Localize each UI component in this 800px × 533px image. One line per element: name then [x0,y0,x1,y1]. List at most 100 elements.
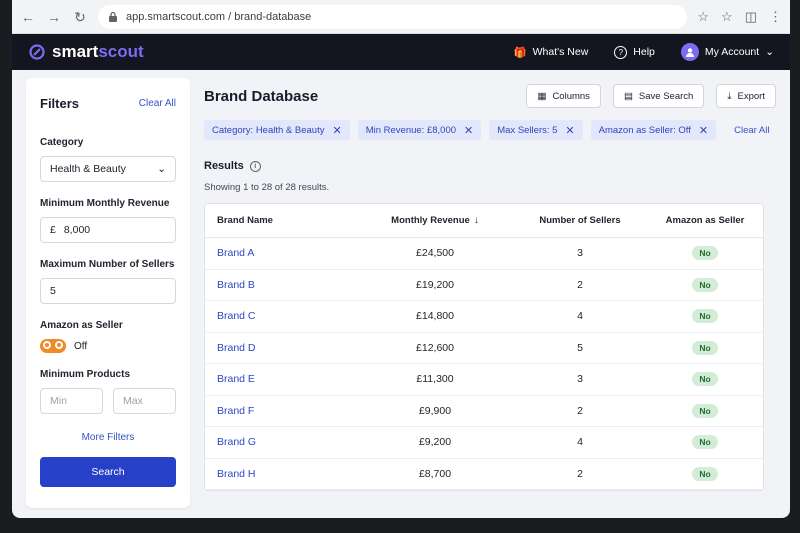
brand-name-link[interactable]: Brand H [205,468,355,480]
bookmark-star-icon[interactable]: ☆ [697,9,709,25]
col-monthly-revenue[interactable]: Monthly Revenue ↓ [355,215,515,226]
amazon-seller-cell: No [645,403,765,418]
browser-chrome: ← → ↻ app.smartscout.com / brand-databas… [12,0,790,34]
chip-label: Min Revenue: £8,000 [365,124,457,136]
info-icon[interactable]: i [249,160,261,172]
active-filter-chips: Category: Health & Beauty ✕ Min Revenue: … [204,120,776,140]
close-icon[interactable]: ✕ [565,124,574,137]
max-sellers-label: Maximum Number of Sellers [40,259,175,270]
brand-name-link[interactable]: Brand G [205,436,355,448]
status-badge: No [692,309,718,324]
chevron-down-icon: ⌄ [157,163,166,175]
whats-new-link[interactable]: 🎁 What's New [514,46,589,59]
monthly-revenue-cell: £12,600 [416,341,454,354]
more-filters-link[interactable]: More Filters [40,432,176,443]
results-count: Showing 1 to 28 of 28 results. [204,182,330,193]
url-bar[interactable]: app.smartscout.com / brand-database [98,4,688,29]
close-icon[interactable]: ✕ [699,124,708,137]
help-label: Help [633,46,655,58]
table-header: Brand Name Monthly Revenue ↓ Number of Se… [205,204,763,238]
account-menu[interactable]: My Account ⌄ [680,43,774,61]
columns-icon: ▦ [537,90,547,102]
number-of-sellers-cell: 4 [577,310,583,323]
col-number-of-sellers[interactable]: Number of Sellers [515,215,645,226]
brand-name-link[interactable]: Brand C [205,310,355,322]
amazon-seller-state: Off [74,340,88,352]
forward-icon[interactable]: → [46,9,62,25]
table-row[interactable]: Brand F £9,900 2 No [205,396,765,427]
smartscout-logo[interactable]: smart scout [28,42,144,62]
brand-name-link[interactable]: Brand A [205,247,355,259]
table-row[interactable]: Brand H £8,700 2 No [205,459,765,490]
col-brand-name[interactable]: Brand Name [205,215,355,226]
body-area: Filters Clear All Category Health & Beau… [12,70,790,518]
logo-mark-icon [29,44,45,60]
amazon-seller-cell: No [645,466,765,481]
min-products-max-input[interactable]: Max [113,388,176,414]
whats-new-label: What's New [532,46,589,58]
columns-button[interactable]: ▦ Columns [526,84,601,108]
page-title: Brand Database [204,87,319,105]
max-placeholder: Max [123,395,143,407]
chip-label: Category: Health & Beauty [212,124,325,136]
account-label: My Account [704,46,760,58]
min-products-min-input[interactable]: Min [40,388,103,414]
amazon-seller-cell: No [645,309,765,324]
screen: ← → ↻ app.smartscout.com / brand-databas… [12,0,790,518]
table-row[interactable]: Brand A £24,500 3 No [205,238,763,270]
extensions-icon[interactable]: ☆ [721,9,733,25]
table-row[interactable]: Brand G £9,200 4 No [205,427,763,459]
filters-clear-all-link[interactable]: Clear All [139,98,176,109]
category-value: Health & Beauty [50,163,126,175]
number-of-sellers-cell: 2 [577,467,583,480]
download-icon: ⤓ [727,90,732,102]
help-link[interactable]: ? Help [614,45,655,59]
browser-menu-icon[interactable]: ⋮ [769,9,782,25]
close-icon[interactable]: ✕ [332,124,341,137]
sort-down-icon: ↓ [473,215,479,226]
save-search-label: Save Search [638,90,694,102]
url-text: app.smartscout.com / brand-database [126,10,312,23]
chip-max-sellers[interactable]: Max Sellers: 5 ✕ [489,120,583,140]
table-row[interactable]: Brand D £12,600 5 No [205,333,763,364]
table-row[interactable]: Brand E £11,300 3 No [205,364,763,396]
export-label: Export [737,90,765,102]
currency-symbol: £ [50,224,56,236]
brand-name-link[interactable]: Brand D [205,342,355,354]
main-content: Brand Database ▦ Columns ▤ Save Search ⤓… [190,70,790,518]
filters-panel: Filters Clear All Category Health & Beau… [26,78,190,508]
back-icon[interactable]: ← [20,9,36,25]
avatar [680,43,699,61]
save-search-button[interactable]: ▤ Save Search [612,84,705,108]
min-products-label: Minimum Products [40,369,131,380]
number-of-sellers-cell: 2 [577,278,583,291]
status-badge: No [692,340,718,355]
table-row[interactable]: Brand B £19,200 2 No [205,270,763,301]
chip-category[interactable]: Category: Health & Beauty ✕ [204,120,350,140]
col-amazon-as-seller[interactable]: Amazon as Seller [645,215,765,226]
brand-name-link[interactable]: Brand E [205,373,355,385]
chip-min-revenue[interactable]: Min Revenue: £8,000 ✕ [357,120,482,140]
max-sellers-input[interactable]: 5 [40,278,176,304]
brand-name-link[interactable]: Brand F [205,405,355,417]
category-select[interactable]: Health & Beauty ⌄ [40,156,176,182]
monthly-revenue-cell: £8,700 [418,467,452,480]
save-icon: ▤ [623,90,633,102]
reload-icon[interactable]: ↻ [72,9,88,25]
number-of-sellers-cell: 5 [577,341,583,354]
close-icon[interactable]: ✕ [464,124,473,137]
col-monthly-revenue-label: Monthly Revenue [391,215,470,226]
sidepanel-icon[interactable]: ◫ [745,9,757,25]
min-revenue-input[interactable]: £ 8,000 [40,217,176,243]
chip-amazon-seller[interactable]: Amazon as Seller: Off ✕ [590,120,717,140]
number-of-sellers-cell: 2 [577,404,583,417]
brand-name-link[interactable]: Brand B [205,279,355,291]
number-of-sellers-cell: 3 [577,247,583,260]
amazon-seller-toggle[interactable] [40,339,66,353]
export-button[interactable]: ⤓ Export [716,84,776,108]
amazon-seller-cell: No [645,435,765,450]
chips-clear-all-link[interactable]: Clear All [734,125,769,136]
search-button[interactable]: Search [40,457,176,487]
status-badge: No [692,246,718,261]
table-row[interactable]: Brand C £14,800 4 No [205,301,763,333]
